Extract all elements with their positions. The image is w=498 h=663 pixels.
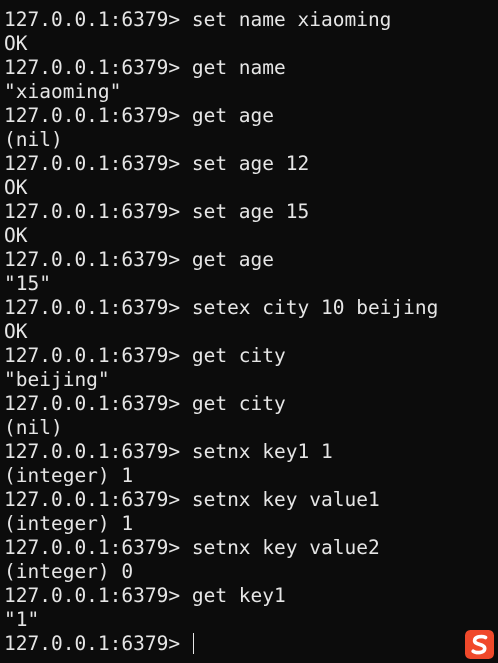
- output-line: (integer) 1: [4, 512, 498, 536]
- command-text: setnx key1 1: [191, 440, 333, 463]
- command-line: 127.0.0.1:6379> set age 12: [4, 152, 498, 176]
- output-line: (nil): [4, 128, 498, 152]
- command-text: get city: [191, 344, 286, 367]
- output-line: (integer) 0: [4, 560, 498, 584]
- command-text: set name xiaoming: [191, 8, 392, 31]
- sogou-ime-icon[interactable]: S: [465, 630, 494, 659]
- output-text: "1": [4, 608, 40, 631]
- command-line: 127.0.0.1:6379> setex city 10 beijing: [4, 296, 498, 320]
- command-text: set age 15: [191, 200, 310, 223]
- output-line: OK: [4, 176, 498, 200]
- command-text: get age: [191, 248, 275, 271]
- prompt: 127.0.0.1:6379>: [4, 152, 192, 175]
- output-text: (integer) 1: [4, 512, 134, 535]
- output-text: OK: [4, 176, 28, 199]
- command-text: setnx key value1: [191, 488, 380, 511]
- text-cursor: [192, 633, 195, 654]
- command-line: 127.0.0.1:6379> get age: [4, 248, 498, 272]
- command-line: 127.0.0.1:6379> setnx key value2: [4, 536, 498, 560]
- output-text: "xiaoming": [4, 80, 122, 103]
- output-text: OK: [4, 320, 28, 343]
- output-line: "1": [4, 608, 498, 632]
- prompt: 127.0.0.1:6379>: [4, 632, 192, 655]
- prompt: 127.0.0.1:6379>: [4, 440, 192, 463]
- output-text: (nil): [4, 128, 63, 151]
- command-line: 127.0.0.1:6379> set name xiaoming: [4, 8, 498, 32]
- command-text: get key1: [191, 584, 286, 607]
- command-text: get city: [191, 392, 286, 415]
- command-line: 127.0.0.1:6379> setnx key value1: [4, 488, 498, 512]
- prompt: 127.0.0.1:6379>: [4, 392, 192, 415]
- output-line: OK: [4, 32, 498, 56]
- output-line: "xiaoming": [4, 80, 498, 104]
- prompt: 127.0.0.1:6379>: [4, 8, 192, 31]
- output-line: (nil): [4, 416, 498, 440]
- command-line: 127.0.0.1:6379> get key1: [4, 584, 498, 608]
- output-line: OK: [4, 320, 498, 344]
- prompt: 127.0.0.1:6379>: [4, 104, 192, 127]
- command-text: get age: [191, 104, 275, 127]
- output-line: "beijing": [4, 368, 498, 392]
- command-line: 127.0.0.1:6379> get city: [4, 392, 498, 416]
- prompt: 127.0.0.1:6379>: [4, 536, 192, 559]
- output-text: OK: [4, 32, 28, 55]
- output-text: "15": [4, 272, 51, 295]
- output-text: (nil): [4, 416, 63, 439]
- prompt: 127.0.0.1:6379>: [4, 248, 192, 271]
- command-text: get name: [191, 56, 286, 79]
- output-text: "beijing": [4, 368, 110, 391]
- command-line: 127.0.0.1:6379> get name: [4, 56, 498, 80]
- output-line: (integer) 1: [4, 464, 498, 488]
- output-text: (integer) 1: [4, 464, 134, 487]
- output-line: "15": [4, 272, 498, 296]
- prompt: 127.0.0.1:6379>: [4, 296, 192, 319]
- command-line: 127.0.0.1:6379> get age: [4, 104, 498, 128]
- prompt: 127.0.0.1:6379>: [4, 584, 192, 607]
- prompt: 127.0.0.1:6379>: [4, 56, 192, 79]
- output-text: (integer) 0: [4, 560, 134, 583]
- output-line: OK: [4, 224, 498, 248]
- command-text: setnx key value2: [191, 536, 380, 559]
- command-text: set age 12: [191, 152, 310, 175]
- terminal-output: 127.0.0.1:6379> set name xiaoming OK 127.0…: [4, 8, 498, 656]
- prompt: 127.0.0.1:6379>: [4, 344, 192, 367]
- prompt: 127.0.0.1:6379>: [4, 200, 192, 223]
- command-line: 127.0.0.1:6379> set age 15: [4, 200, 498, 224]
- command-line: 127.0.0.1:6379> setnx key1 1: [4, 440, 498, 464]
- prompt: 127.0.0.1:6379>: [4, 488, 192, 511]
- sogou-ime-icon-graphic: [465, 630, 494, 659]
- active-command-line[interactable]: 127.0.0.1:6379>: [4, 632, 498, 656]
- terminal-window[interactable]: 127.0.0.1:6379> set name xiaoming OK 127.0…: [0, 0, 498, 663]
- command-text: setex city 10 beijing: [191, 296, 439, 319]
- command-line: 127.0.0.1:6379> get city: [4, 344, 498, 368]
- output-text: OK: [4, 224, 28, 247]
